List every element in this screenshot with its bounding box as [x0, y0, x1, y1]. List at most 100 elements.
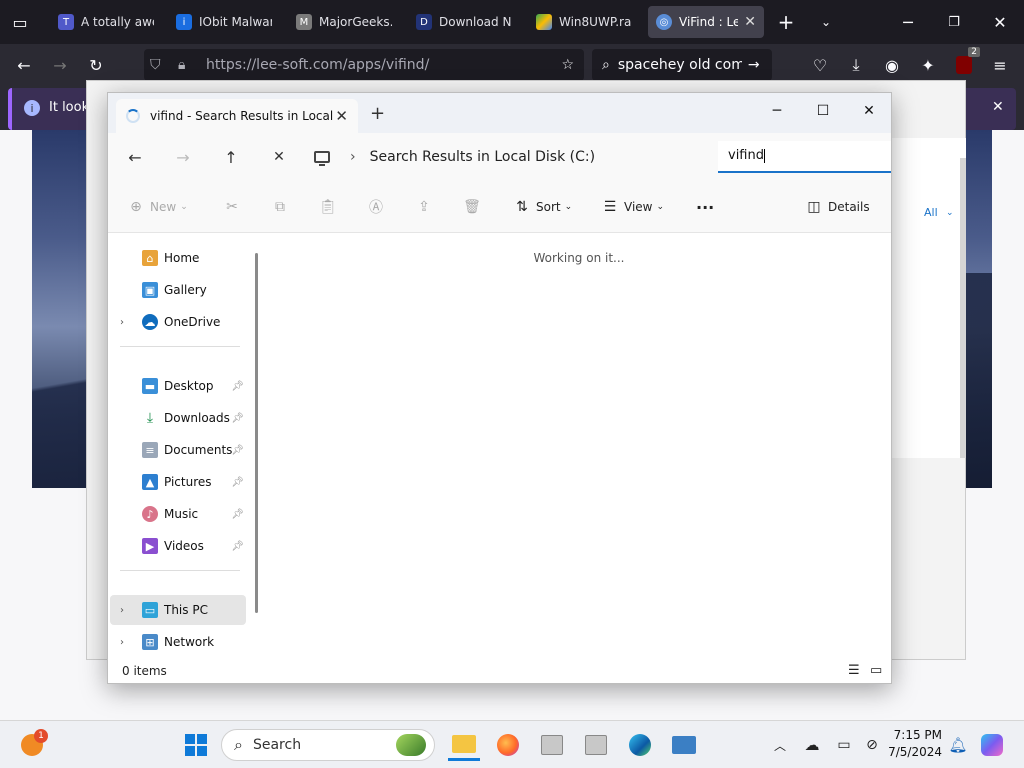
browser-tab-4[interactable]: D Download Ne: [408, 6, 520, 38]
background-scrollbar[interactable]: [960, 158, 966, 458]
paste-button[interactable]: 📋︎: [319, 195, 342, 219]
sort-arrows-icon: ⇅: [516, 199, 528, 215]
sidebar-item-pictures[interactable]: ▲ Pictures 📌︎: [110, 467, 246, 497]
app-taskbar-icon-1[interactable]: [536, 729, 568, 761]
browser-tab-1[interactable]: T A totally awes: [50, 6, 162, 38]
taskbar-search-box[interactable]: ⌕ Search: [221, 729, 435, 761]
url-text[interactable]: https://lee-soft.com/apps/vifind/: [206, 57, 429, 73]
explorer-new-tab-icon[interactable]: +: [370, 103, 385, 124]
explorer-search-input[interactable]: vifind: [718, 141, 891, 173]
tab-overview-icon[interactable]: ▭: [6, 8, 34, 36]
pin-icon[interactable]: 📌︎: [231, 509, 244, 520]
reload-icon[interactable]: ↻: [82, 51, 110, 79]
expand-chevron-icon[interactable]: ›: [120, 637, 124, 648]
sidebar-item-documents[interactable]: ≡ Documents 📌︎: [110, 435, 246, 465]
details-view-icon[interactable]: ☰: [848, 663, 860, 678]
view-button[interactable]: ☰ View ⌄: [602, 195, 664, 219]
notification-close-icon[interactable]: ✕: [992, 99, 1004, 115]
firefox-taskbar-icon[interactable]: [492, 729, 524, 761]
browser-search-bar[interactable]: ⌕ spacehey old compu →: [592, 49, 772, 81]
explorer-up-icon[interactable]: ↑: [218, 145, 244, 169]
ublock-icon[interactable]: 2: [950, 47, 980, 79]
share-button[interactable]: ⇪: [416, 195, 438, 219]
browser-tab-active[interactable]: ◎ ViFind : Lee ✕: [648, 6, 764, 38]
explorer-minimize-icon[interactable]: ─: [754, 97, 800, 125]
details-button[interactable]: ◫ Details: [806, 195, 869, 219]
menu-icon[interactable]: ≡: [986, 51, 1014, 79]
show-hidden-icons-icon[interactable]: ︿: [764, 729, 796, 761]
sidebar-item-home[interactable]: ⌂ Home: [110, 243, 246, 273]
pin-icon[interactable]: 📌︎: [231, 445, 244, 456]
explorer-back-icon[interactable]: ←: [122, 145, 148, 169]
sidebar-scrollbar[interactable]: [255, 253, 258, 613]
sidebar-item-gallery[interactable]: ▣ Gallery: [110, 275, 246, 305]
explorer-search-value[interactable]: vifind: [728, 148, 764, 163]
explorer-tab-close-icon[interactable]: ✕: [335, 107, 348, 125]
pin-icon[interactable]: 📌︎: [231, 541, 244, 552]
pin-icon[interactable]: 📌︎: [231, 413, 244, 424]
notification-bell-icon[interactable]: 🔔︎: [942, 729, 974, 761]
file-list-area[interactable]: Working on it...: [264, 233, 891, 661]
edge-taskbar-icon[interactable]: [624, 729, 656, 761]
pin-icon[interactable]: 📌︎: [231, 381, 244, 392]
back-icon[interactable]: ←: [10, 51, 38, 79]
restore-icon[interactable]: ❐: [940, 8, 968, 36]
weather-icon[interactable]: 1: [16, 729, 48, 761]
close-tab-icon[interactable]: ✕: [744, 14, 756, 30]
explorer-stop-icon[interactable]: ✕: [266, 145, 292, 169]
new-tab-icon[interactable]: +: [772, 8, 800, 36]
app-taskbar-icon-2[interactable]: [580, 729, 612, 761]
close-window-icon[interactable]: ✕: [986, 8, 1014, 36]
tiles-view-icon[interactable]: ▭: [870, 663, 882, 678]
bookmark-star-icon[interactable]: ☆: [561, 57, 574, 73]
breadcrumb-chevron-icon[interactable]: ›: [350, 149, 356, 165]
file-explorer-taskbar-icon[interactable]: [448, 729, 480, 761]
explorer-forward-icon[interactable]: →: [170, 145, 196, 169]
shield-icon[interactable]: ⛉: [150, 57, 161, 73]
sort-button[interactable]: ⇅ Sort ⌄: [514, 195, 572, 219]
forward-icon[interactable]: →: [46, 51, 74, 79]
onedrive-off-icon[interactable]: ☁: [796, 729, 828, 761]
downloads-icon[interactable]: ⤓: [842, 51, 870, 79]
extensions-icon[interactable]: ✦: [914, 51, 942, 79]
new-button[interactable]: ⊕ New ⌄: [128, 195, 188, 219]
browser-tab-3[interactable]: M MajorGeeks.C: [288, 6, 400, 38]
minimize-icon[interactable]: ─: [894, 8, 922, 36]
browser-search-text[interactable]: spacehey old compu: [618, 57, 742, 73]
filter-chevron-icon[interactable]: ⌄: [946, 208, 954, 218]
browser-tab-2[interactable]: i IObit Malware: [168, 6, 280, 38]
sidebar-item-downloads[interactable]: ⤓ Downloads 📌︎: [110, 403, 246, 433]
browser-tab-5[interactable]: Win8UWP.rar: [528, 6, 640, 38]
pin-icon[interactable]: 📌︎: [231, 477, 244, 488]
expand-chevron-icon[interactable]: ›: [120, 605, 124, 616]
copy-button[interactable]: ⧉: [272, 195, 294, 219]
breadcrumb[interactable]: › Search Results in Local Disk (C:): [314, 141, 714, 173]
expand-chevron-icon[interactable]: ›: [120, 317, 124, 328]
breadcrumb-location[interactable]: Search Results in Local Disk (C:): [370, 149, 595, 165]
start-icon[interactable]: [180, 729, 212, 761]
app-taskbar-icon-3[interactable]: [668, 729, 700, 761]
sidebar-item-desktop[interactable]: ▬ Desktop 📌︎: [110, 371, 246, 401]
search-go-icon[interactable]: →: [748, 57, 760, 73]
pocket-icon[interactable]: ♡: [806, 51, 834, 79]
sidebar-item-music[interactable]: ♪ Music 📌︎: [110, 499, 246, 529]
network-status-icon[interactable]: ⊘: [856, 729, 888, 761]
sidebar-item-videos[interactable]: ▶ Videos 📌︎: [110, 531, 246, 561]
account-icon[interactable]: ◉: [878, 51, 906, 79]
url-bar[interactable]: ⛉ 🔒︎ https://lee-soft.com/apps/vifind/ ☆: [144, 49, 584, 81]
rename-button[interactable]: Ⓐ: [368, 195, 390, 219]
cut-button[interactable]: ✂: [224, 195, 246, 219]
explorer-tab[interactable]: vifind - Search Results in Local ✕: [116, 99, 358, 133]
copilot-icon[interactable]: [976, 729, 1008, 761]
more-options-icon[interactable]: ···: [696, 195, 714, 219]
filter-all-label[interactable]: All: [924, 206, 938, 219]
delete-button[interactable]: 🗑︎: [463, 195, 486, 219]
sidebar-item-onedrive[interactable]: › ☁ OneDrive: [110, 307, 246, 337]
sidebar-item-network[interactable]: › ⊞ Network: [110, 627, 246, 657]
sidebar-item-this-pc[interactable]: › ▭ This PC: [110, 595, 246, 625]
explorer-close-icon[interactable]: ✕: [846, 97, 892, 125]
explorer-maximize-icon[interactable]: ☐: [800, 97, 846, 125]
lock-icon[interactable]: 🔒︎: [178, 57, 185, 73]
list-tabs-chevron-icon[interactable]: ⌄: [812, 8, 840, 36]
system-clock[interactable]: 7:15 PM 7/5/2024: [886, 727, 942, 761]
